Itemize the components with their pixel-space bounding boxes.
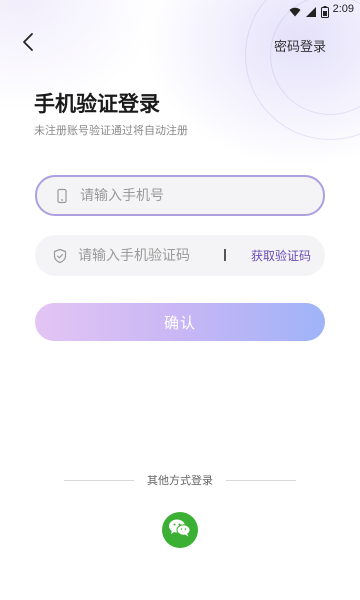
other-login-divider: 其他方式登录	[0, 470, 360, 490]
page-title: 手机验证登录	[34, 92, 160, 116]
password-login-link[interactable]: 密码登录	[274, 36, 326, 55]
page-subtitle: 未注册账号验证通过将自动注册	[34, 124, 188, 137]
login-screen: 2:09 密码登录 手机验证登录 未注册账号验证通过将自动注册 获取验证码 确认…	[0, 0, 360, 600]
phone-input[interactable]	[80, 187, 280, 204]
get-code-button[interactable]: 获取验证码	[251, 247, 311, 264]
divider-line-left	[64, 479, 134, 481]
other-login-label: 其他方式登录	[147, 474, 213, 487]
status-time: 2:09	[332, 3, 354, 15]
wifi-icon	[289, 3, 301, 17]
phone-icon	[54, 188, 70, 204]
chevron-left-icon	[21, 32, 35, 56]
signal-icon	[305, 3, 317, 17]
phone-field[interactable]	[35, 175, 325, 216]
status-bar: 2:09	[0, 0, 360, 18]
divider	[224, 249, 226, 261]
verification-code-field[interactable]: 获取验证码	[35, 235, 325, 276]
battery-icon	[320, 3, 329, 18]
divider-line-right	[226, 479, 296, 481]
back-button[interactable]	[14, 30, 42, 58]
confirm-button[interactable]: 确认	[35, 303, 325, 341]
shield-icon	[52, 248, 68, 264]
verification-code-input[interactable]	[78, 247, 228, 264]
wechat-icon	[168, 518, 192, 542]
wechat-login-button[interactable]	[162, 512, 198, 548]
